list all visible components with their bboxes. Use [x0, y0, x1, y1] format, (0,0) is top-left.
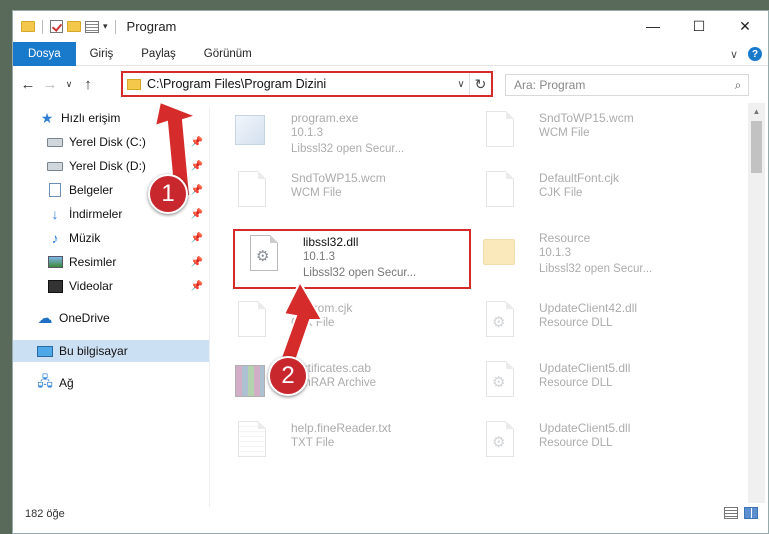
step-badge-2: 2 — [268, 356, 308, 396]
annotation-arrows — [153, 100, 324, 374]
step-badge-1: 1 — [148, 174, 188, 214]
